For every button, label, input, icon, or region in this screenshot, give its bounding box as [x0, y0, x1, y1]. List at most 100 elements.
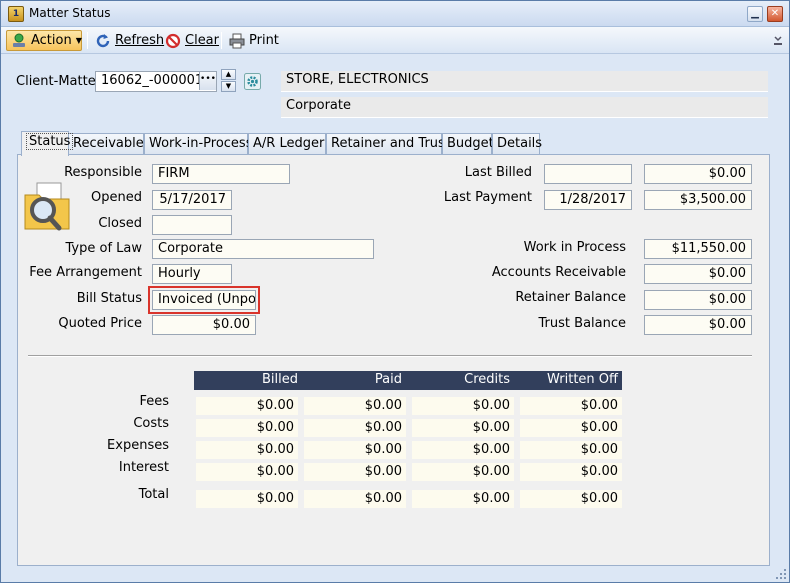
bill-status-label: Bill Status [76, 291, 142, 306]
clear-button[interactable]: Clear [161, 30, 223, 51]
toolbar-grip-icon [773, 33, 783, 48]
retainer-balance-field: $0.00 [644, 290, 752, 310]
column-header-written-off: Written Off [547, 372, 618, 387]
window-title: Matter Status [29, 6, 111, 20]
client-name-display: STORE, ELECTRONICS [281, 71, 768, 92]
action-label: Action [31, 33, 72, 48]
interest-billed-cell: $0.00 [196, 463, 298, 481]
clear-label: Clear [185, 33, 219, 48]
last-payment-label: Last Payment [443, 190, 532, 205]
title-bar: 1 Matter Status ▁ ✕ [1, 1, 789, 27]
fees-written-off-cell: $0.00 [520, 397, 622, 415]
accounts-receivable-field: $0.00 [644, 264, 752, 284]
matter-name-display: Corporate [281, 97, 768, 118]
column-header-billed: Billed [261, 372, 298, 387]
column-header-paid: Paid [374, 372, 402, 387]
client-matter-label: Client-Matter [16, 74, 102, 89]
interest-credits-cell: $0.00 [412, 463, 514, 481]
action-button[interactable]: Action ▼ [6, 30, 82, 51]
printer-icon [229, 33, 245, 49]
total-billed-cell: $0.00 [196, 490, 298, 508]
costs-billed-cell: $0.00 [196, 419, 298, 437]
refresh-label: Refresh [115, 33, 165, 48]
tab-ar-ledger[interactable]: A/R Ledger [248, 133, 326, 155]
resize-grip-icon[interactable] [775, 568, 787, 580]
refresh-icon [95, 33, 111, 49]
column-header-credits: Credits [464, 372, 510, 387]
interest-written-off-cell: $0.00 [520, 463, 622, 481]
matter-status-window: 1 Matter Status ▁ ✕ Action ▼ Refresh Cle… [0, 0, 790, 583]
tab-budget[interactable]: Budget [442, 133, 494, 155]
costs-credits-cell: $0.00 [412, 419, 514, 437]
expenses-written-off-cell: $0.00 [520, 441, 622, 459]
row-label-costs: Costs [133, 416, 169, 431]
last-payment-date-field: 1/28/2017 [544, 190, 632, 210]
row-label-total: Total [138, 487, 169, 502]
app-icon: 1 [8, 6, 24, 22]
interest-paid-cell: $0.00 [304, 463, 406, 481]
costs-written-off-cell: $0.00 [520, 419, 622, 437]
section-divider [28, 355, 752, 357]
close-icon: ✕ [770, 8, 780, 19]
tab-work-in-process[interactable]: Work-in-Process [144, 133, 252, 155]
opened-label: Opened [91, 190, 142, 205]
costs-paid-cell: $0.00 [304, 419, 406, 437]
last-billed-label: Last Billed [464, 165, 532, 180]
last-billed-date-field [544, 164, 632, 184]
previous-matter-button[interactable]: ▲ [221, 69, 236, 80]
trust-balance-field: $0.00 [644, 315, 752, 335]
type-of-law-label: Type of Law [65, 241, 143, 256]
closed-field [152, 215, 232, 235]
expenses-credits-cell: $0.00 [412, 441, 514, 459]
last-billed-amount-field: $0.00 [644, 164, 752, 184]
print-button[interactable]: Print [225, 30, 283, 51]
bill-status-highlight [148, 286, 260, 314]
chevron-down-icon: ▼ [75, 36, 82, 45]
expenses-paid-cell: $0.00 [304, 441, 406, 459]
chevron-up-icon: ▲ [225, 70, 232, 78]
row-label-interest: Interest [118, 460, 169, 475]
summary-grid-header: Billed Paid Credits Written Off [194, 371, 622, 390]
opened-field: 5/17/2017 [152, 190, 232, 210]
total-paid-cell: $0.00 [304, 490, 406, 508]
responsible-label: Responsible [64, 165, 142, 180]
row-label-expenses: Expenses [107, 438, 169, 453]
expenses-billed-cell: $0.00 [196, 441, 298, 459]
fees-credits-cell: $0.00 [412, 397, 514, 415]
ellipsis-icon: ••• [200, 74, 216, 84]
tab-status[interactable]: Status [21, 131, 74, 156]
clear-icon [165, 33, 181, 49]
client-matter-input[interactable]: 16062_-000001 ••• [95, 71, 217, 92]
next-matter-button[interactable]: ▼ [221, 81, 236, 92]
total-written-off-cell: $0.00 [520, 490, 622, 508]
print-label: Print [249, 33, 279, 48]
fees-paid-cell: $0.00 [304, 397, 406, 415]
fee-arrangement-field: Hourly [152, 264, 232, 284]
last-payment-amount-field: $3,500.00 [644, 190, 752, 210]
quoted-price-field: $0.00 [152, 315, 256, 335]
fees-billed-cell: $0.00 [196, 397, 298, 415]
refresh-button[interactable]: Refresh [91, 30, 168, 51]
close-button[interactable]: ✕ [767, 6, 783, 22]
minimize-icon: ▁ [751, 8, 759, 19]
chevron-down-icon: ▼ [225, 82, 232, 90]
tab-details[interactable]: Details [492, 133, 542, 155]
work-in-process-field: $11,550.00 [644, 239, 752, 259]
lookup-button[interactable]: ••• [199, 72, 216, 90]
accounts-receivable-label: Accounts Receivable [491, 265, 626, 280]
matter-settings-button[interactable] [244, 73, 261, 90]
work-in-process-label: Work in Process [523, 240, 626, 255]
total-credits-cell: $0.00 [412, 490, 514, 508]
closed-label: Closed [98, 216, 142, 231]
trust-balance-label: Trust Balance [538, 316, 626, 331]
client-matter-value: 16062_-000001 [101, 73, 204, 88]
status-panel: Responsible FIRM Opened 5/17/2017 Closed… [17, 154, 770, 566]
type-of-law-field: Corporate [152, 239, 374, 259]
tab-retainer-and-trust[interactable]: Retainer and Trust [326, 133, 450, 155]
minimize-button[interactable]: ▁ [747, 6, 763, 22]
responsible-field: FIRM [152, 164, 290, 184]
retainer-balance-label: Retainer Balance [515, 290, 626, 305]
toolbar: Action ▼ Refresh Clear Print [1, 27, 789, 54]
tab-receivables[interactable]: Receivables [68, 133, 151, 155]
quoted-price-label: Quoted Price [58, 316, 142, 331]
